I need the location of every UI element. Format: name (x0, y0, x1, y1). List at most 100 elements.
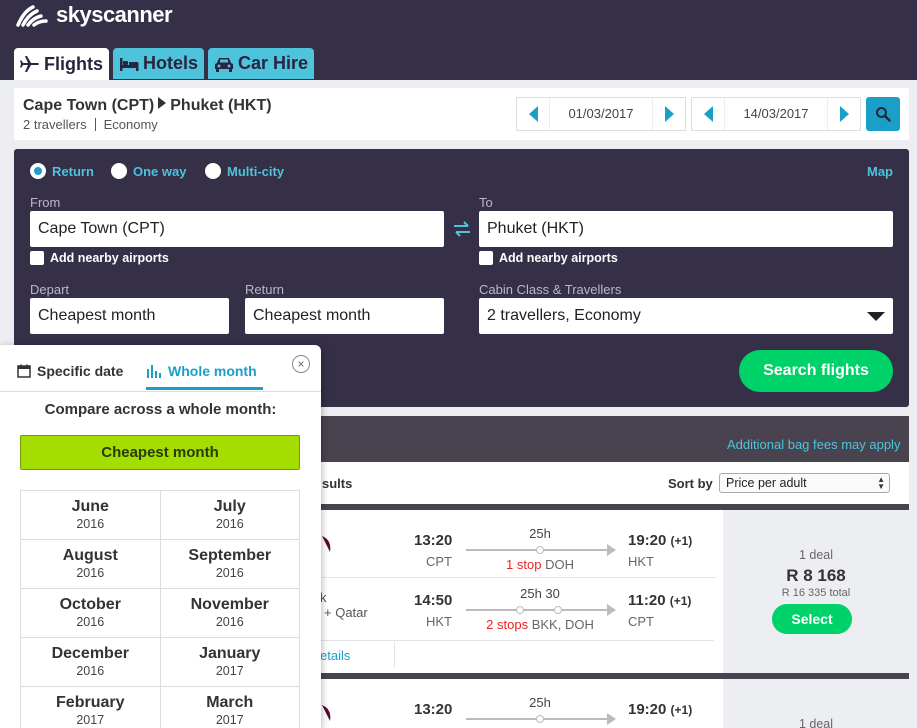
car-icon (215, 57, 234, 72)
month-year: 2017 (215, 713, 244, 727)
trip-type-label: One way (133, 163, 187, 179)
cabin-travellers-select[interactable]: 2 travellers, Economy (479, 298, 893, 334)
updown-icon: ▲ ▼ (877, 475, 885, 491)
cheapest-month-button[interactable]: Cheapest month (20, 435, 300, 470)
plane-icon (20, 56, 39, 72)
outbound-arr: 19:20 (+1) (628, 701, 692, 718)
inbound-stops: 2 stops BKK, DOH (466, 617, 614, 632)
month-name: October (59, 596, 121, 613)
trip-type-multi-city[interactable]: Multi-city (205, 163, 284, 179)
deal-count: 1 deal (798, 717, 834, 728)
inbound-duration: 25h 30 (520, 586, 560, 601)
to-input[interactable]: Phuket (HKT) (479, 211, 893, 247)
depart-label: Depart (30, 282, 70, 297)
month-cell[interactable]: July 2016 (160, 491, 300, 540)
search-flights-button[interactable]: Search flights (739, 350, 893, 392)
outbound-duration: 25h (529, 526, 551, 541)
inbound-arr-code: CPT (628, 614, 654, 629)
close-icon[interactable]: × (292, 355, 310, 373)
swap-icon[interactable] (452, 221, 472, 237)
price-per-adult: R 8 168 (786, 566, 846, 585)
month-cell[interactable]: June 2016 (21, 491, 161, 540)
cabin-label: Cabin Class & Travellers (479, 282, 622, 297)
outbound-arr-time: 19:20 (628, 701, 667, 718)
summary-origin: Cape Town (CPT) (23, 97, 155, 114)
sort-label: Sort by (668, 476, 713, 491)
bag-fees-link[interactable]: Additional bag fees may apply (727, 437, 900, 452)
return-next-button[interactable] (828, 98, 860, 130)
month-grid: June 2016 July 2016 August 2016 September 20… (20, 490, 300, 728)
month-name: January (199, 645, 261, 662)
month-cell[interactable]: January 2017 (160, 638, 300, 687)
tab-hotels[interactable]: Hotels (113, 48, 205, 79)
search-icon (876, 107, 891, 122)
month-year: 2016 (215, 566, 244, 580)
inbound-stop-via: BKK, DOH (531, 617, 594, 632)
trip-type-return[interactable]: Return (30, 163, 94, 179)
from-input[interactable]: Cape Town (CPT) (30, 211, 444, 247)
flight-details-link[interactable]: etails (320, 648, 350, 663)
nearby-from-checkbox[interactable]: Add nearby airports (30, 251, 169, 265)
month-picker-popover: Specific date Whole month × Compare acro… (0, 345, 321, 728)
summary-search-button[interactable] (866, 97, 900, 131)
outbound-arr-plus: (+1) (670, 534, 693, 548)
qatar-logo-icon (322, 536, 331, 552)
nearby-to-label: Add nearby airports (499, 251, 618, 265)
radio-unselected (205, 163, 221, 179)
deal-box: 1 deal R 8 168 R 16 335 total (723, 510, 909, 673)
return-date[interactable]: 14/03/2017 (724, 98, 828, 130)
depart-prev-button[interactable] (517, 98, 549, 130)
month-cell[interactable]: August 2016 (21, 540, 161, 589)
inbound-arr: 11:20 (+1) (628, 592, 691, 609)
month-name: February (56, 694, 125, 711)
tab-whole-month[interactable]: Whole month (146, 354, 263, 390)
divider (0, 391, 321, 392)
depart-date[interactable]: 01/03/2017 (549, 98, 653, 130)
radio-unselected (111, 163, 127, 179)
outbound-stop-count: 1 stop (506, 557, 542, 572)
tab-car-hire-label: Car Hire (238, 53, 309, 73)
top-bar: skyscanner Flights Hotels Car Hire (0, 0, 917, 80)
month-cell[interactable]: September 2016 (160, 540, 300, 589)
return-prev-button[interactable] (692, 98, 724, 130)
tab-flights[interactable]: Flights (14, 48, 109, 80)
divider (94, 118, 96, 131)
summary-destination: Phuket (HKT) (170, 97, 272, 114)
month-year: 2016 (215, 615, 244, 629)
return-input[interactable]: Cheapest month (245, 298, 444, 334)
trip-type-one-way[interactable]: One way (111, 163, 186, 179)
outbound-duration: 25h (529, 695, 551, 710)
month-cell[interactable]: October 2016 (21, 589, 161, 638)
nearby-to-checkbox[interactable]: Add nearby airports (479, 251, 618, 265)
month-cell[interactable]: December 2016 (21, 638, 161, 687)
brand-name: skyscanner (56, 2, 173, 27)
month-cell[interactable]: February 2017 (21, 687, 161, 728)
bed-icon (120, 57, 139, 71)
sunrise-logo-icon (16, 5, 48, 27)
outbound-route-line (466, 544, 616, 556)
tab-car-hire[interactable]: Car Hire (208, 48, 315, 79)
chevron-left-icon (528, 106, 538, 122)
route-arrow-icon (158, 97, 167, 109)
outbound-dep-code: CPT (426, 554, 452, 569)
leg-divider (322, 577, 716, 578)
chevron-right-icon (664, 106, 674, 122)
month-year: 2016 (76, 615, 105, 629)
inbound-dep-time: 14:50 (414, 592, 453, 609)
month-cell[interactable]: November 2016 (160, 589, 300, 638)
depart-next-button[interactable] (653, 98, 685, 130)
select-button[interactable]: Select (772, 604, 852, 634)
checkbox-box (30, 251, 44, 265)
month-name: September (188, 547, 272, 564)
month-name: November (190, 596, 269, 613)
depart-input[interactable]: Cheapest month (30, 298, 229, 334)
map-link[interactable]: Map (867, 164, 893, 179)
month-cell[interactable]: March 2017 (161, 687, 300, 728)
outbound-arr-time: 19:20 (628, 532, 667, 549)
airline-fragment-2: + Qatar (324, 605, 368, 620)
outbound-stop-via: DOH (545, 557, 574, 572)
from-label: From (30, 195, 61, 210)
skyscanner-logo[interactable]: skyscanner (14, 2, 173, 28)
sort-select[interactable]: Price per adult ▲ ▼ (719, 473, 890, 493)
tab-specific-date[interactable]: Specific date (17, 354, 123, 388)
